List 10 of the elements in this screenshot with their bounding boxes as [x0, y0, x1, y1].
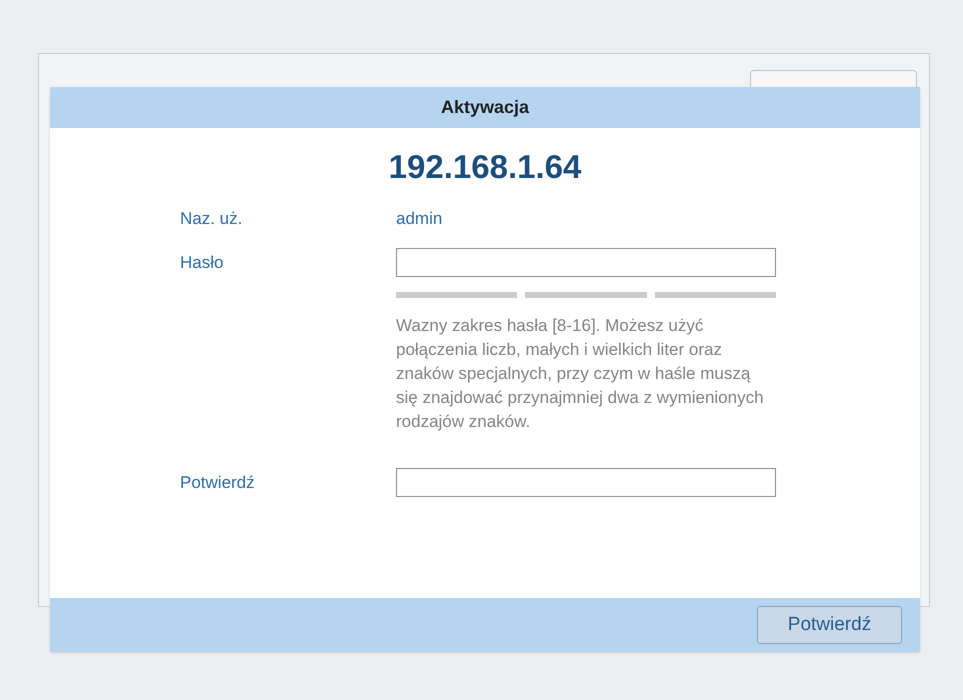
- password-field[interactable]: [396, 468, 776, 497]
- password-field[interactable]: [396, 248, 776, 277]
- username-value: admin: [396, 208, 442, 230]
- dialog-title: Aktywacja: [440, 96, 530, 119]
- ip-address: 192.168.1.64: [388, 147, 582, 187]
- field-label: Potwierdź: [180, 472, 255, 492]
- confirm-button[interactable]: Potwierdź: [757, 606, 902, 644]
- field-label: Naz. uż.: [180, 208, 242, 228]
- field-label: Hasło: [180, 252, 224, 272]
- password-hint: Wazny zakres hasła [8-16]. Możesz użyć połączenia liczb, małych i wielkich liter oraz znaków specjalnych, przy czym w haśle muszą się znajdować przynajmniej dwa z wymienionych rodzajów znaków.: [396, 314, 765, 432]
